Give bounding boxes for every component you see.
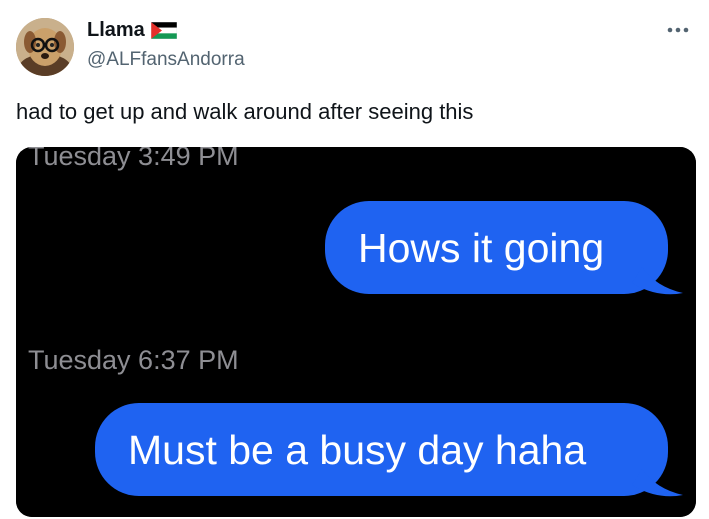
display-name[interactable]: Llama: [87, 16, 145, 44]
dog-avatar-icon: [16, 18, 74, 76]
author-handle[interactable]: @ALFfansAndorra: [87, 48, 245, 72]
message-text: Hows it going: [358, 225, 604, 271]
message-bubble: Hows it going: [325, 201, 683, 295]
message-bubble: Must be a busy day haha: [95, 403, 683, 497]
tweet-text: had to get up and walk around after seei…: [16, 99, 474, 124]
message-timestamp: Tuesday 6:37 PM: [28, 345, 239, 375]
more-options-button[interactable]: [660, 18, 696, 42]
more-horizontal-icon: [667, 27, 689, 33]
tweet-media-image[interactable]: Tuesday 3:49 PM Hows it going Tuesday 6:…: [16, 147, 696, 517]
author-name-row[interactable]: Llama: [87, 16, 177, 44]
avatar[interactable]: [16, 18, 74, 76]
message-timestamp: Tuesday 3:49 PM: [28, 147, 239, 171]
message-text: Must be a busy day haha: [128, 427, 586, 473]
palestine-flag-icon: [150, 21, 177, 39]
